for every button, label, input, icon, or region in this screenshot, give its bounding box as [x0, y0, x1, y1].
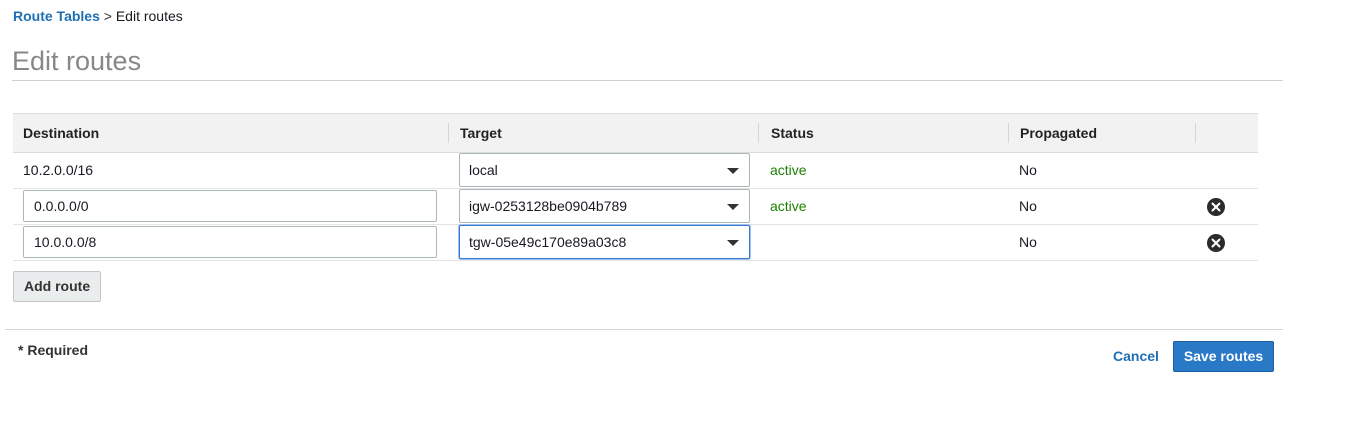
column-divider [448, 123, 449, 143]
destination-input[interactable] [23, 190, 437, 222]
close-icon [1211, 202, 1221, 212]
required-note: * Required [18, 342, 89, 358]
status-cell: active [770, 198, 807, 214]
column-header-propagated: Propagated [1020, 125, 1098, 141]
breadcrumb-separator: > [103, 8, 112, 24]
page-title: Edit routes [12, 46, 142, 76]
routes-table: Destination Target Status Propagated 10.… [13, 113, 1258, 261]
footer-divider [5, 329, 1283, 330]
table-header: Destination Target Status Propagated [13, 113, 1258, 153]
breadcrumb-current: Edit routes [115, 8, 183, 24]
target-select-value: tgw-05e49c170e89a03c8 [469, 234, 627, 250]
close-icon [1211, 238, 1221, 248]
save-routes-button[interactable]: Save routes [1173, 341, 1274, 372]
table-row: 10.2.0.0/16 local active No [13, 153, 1258, 189]
column-divider [758, 123, 759, 143]
chevron-down-icon [727, 168, 739, 174]
breadcrumb-route-tables-link[interactable]: Route Tables [13, 8, 100, 24]
target-select[interactable]: local [459, 153, 750, 187]
propagated-cell: No [1019, 234, 1037, 250]
table-row: igw-0253128be0904b789 active No [13, 189, 1258, 225]
target-select-value: local [469, 162, 498, 178]
destination-cell: 10.2.0.0/16 [23, 162, 94, 178]
target-select[interactable]: igw-0253128be0904b789 [459, 189, 750, 223]
propagated-cell: No [1019, 198, 1037, 214]
propagated-cell: No [1019, 162, 1037, 178]
destination-input[interactable] [23, 226, 437, 258]
title-divider [12, 80, 1283, 81]
chevron-down-icon [727, 204, 739, 210]
column-divider [1008, 123, 1009, 143]
column-divider [1195, 123, 1196, 143]
chevron-down-icon [727, 240, 739, 246]
column-header-status: Status [771, 125, 814, 141]
status-cell: active [770, 162, 807, 178]
table-row: tgw-05e49c170e89a03c8 No [13, 225, 1258, 261]
cancel-button[interactable]: Cancel [1113, 348, 1159, 364]
column-header-target: Target [460, 125, 502, 141]
breadcrumb: Route Tables > Edit routes [13, 8, 183, 24]
column-header-destination: Destination [23, 125, 100, 141]
target-select-value: igw-0253128be0904b789 [469, 198, 628, 214]
target-select[interactable]: tgw-05e49c170e89a03c8 [459, 225, 750, 259]
remove-route-button[interactable] [1207, 198, 1225, 216]
add-route-button[interactable]: Add route [13, 271, 102, 302]
remove-route-button[interactable] [1207, 234, 1225, 252]
